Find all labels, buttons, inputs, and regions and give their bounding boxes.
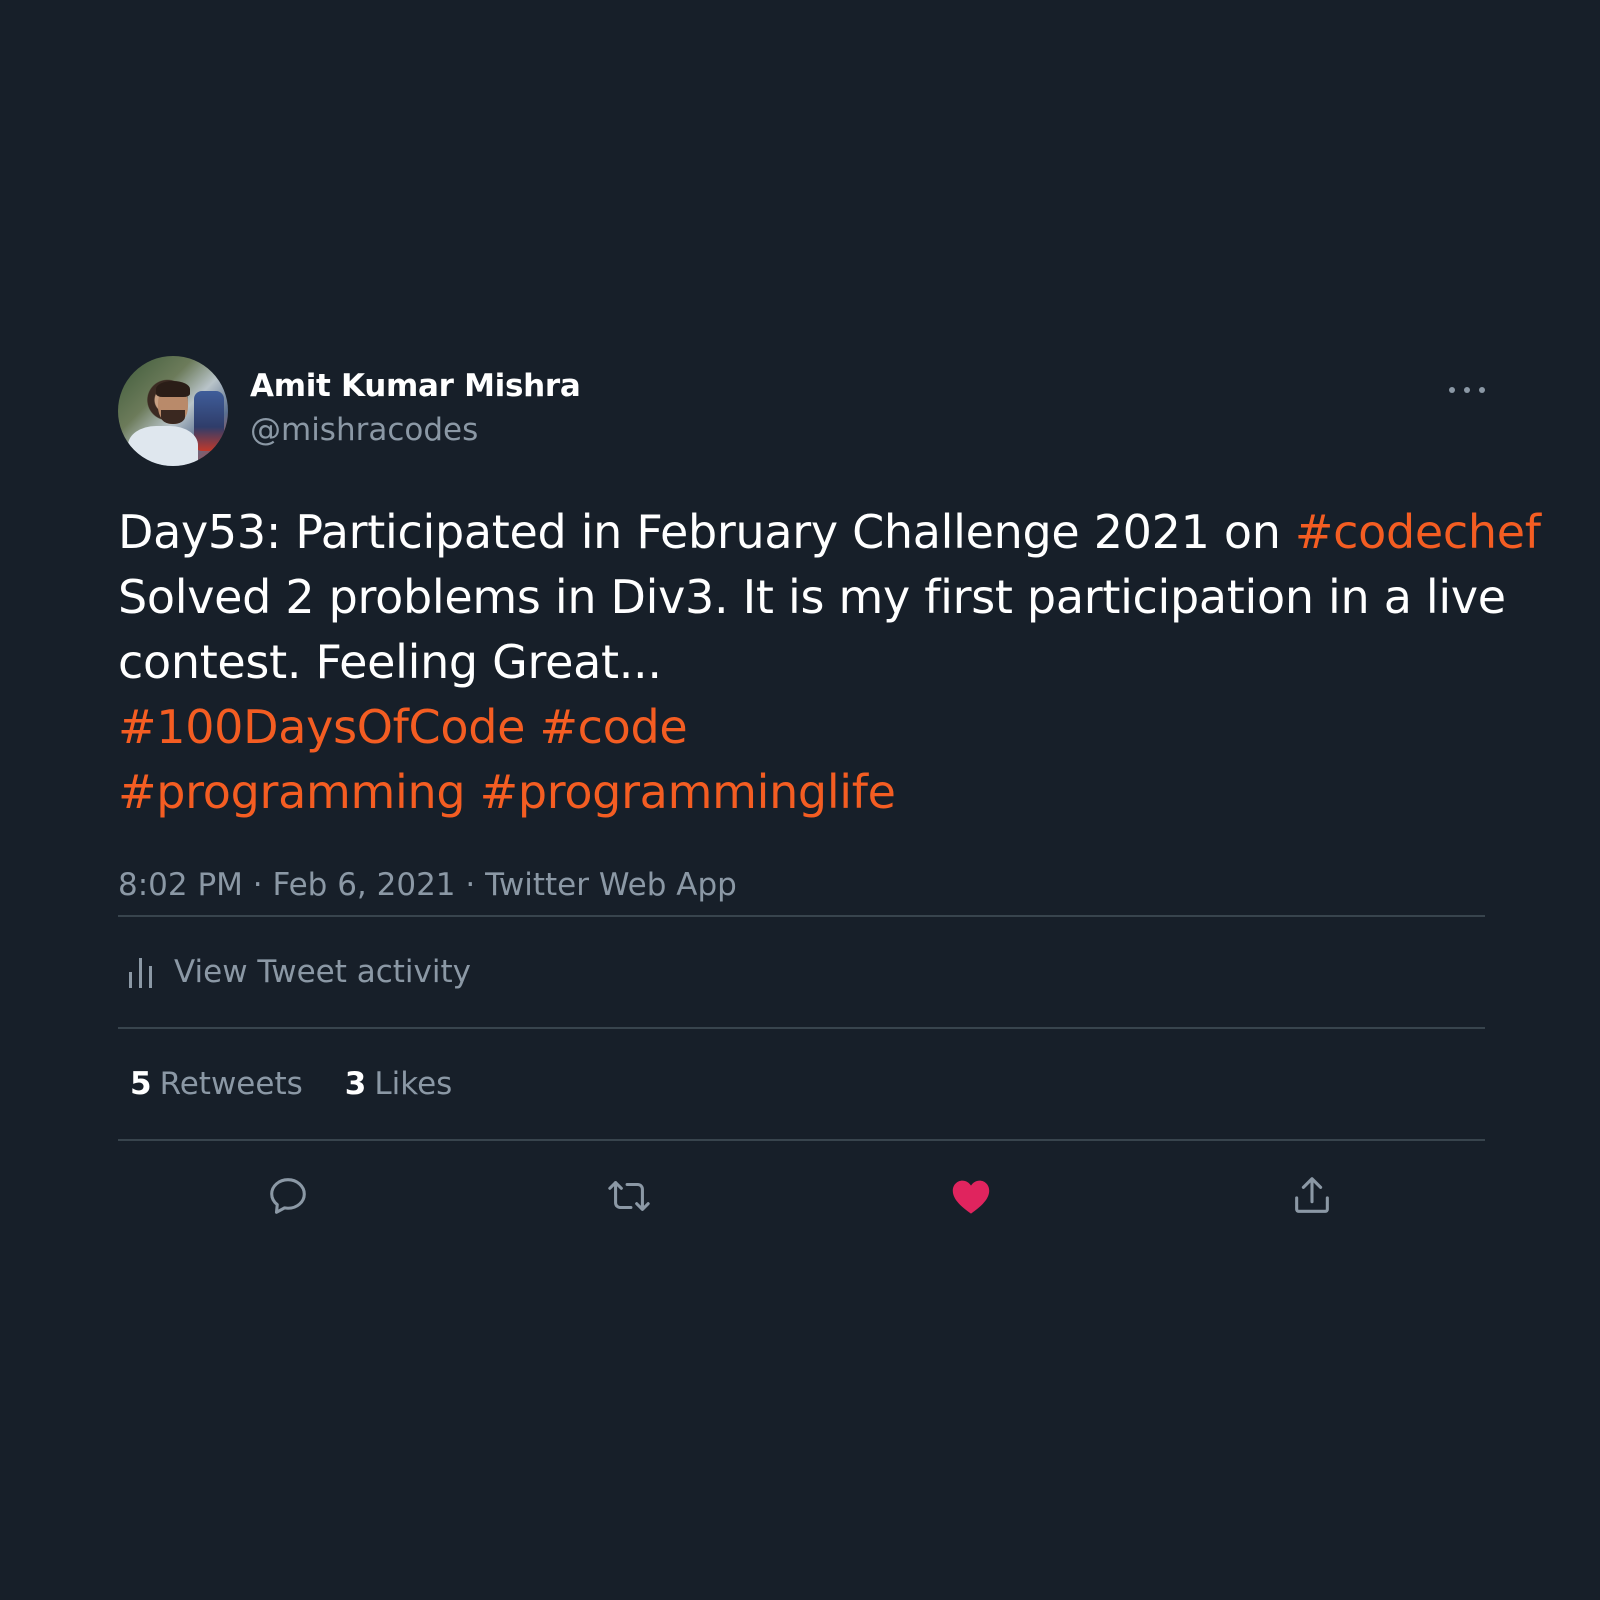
retweet-button[interactable]	[604, 1171, 654, 1221]
view-activity-button[interactable]: View Tweet activity	[118, 917, 1485, 1027]
likes-stat[interactable]: 3 Likes	[345, 1066, 453, 1102]
dot	[1479, 387, 1485, 393]
hashtag-link[interactable]: #programming	[118, 765, 466, 819]
avatar-shirt	[128, 426, 198, 466]
tweet-stats: 5 Retweets 3 Likes	[118, 1029, 1485, 1139]
action-bar	[118, 1141, 1485, 1251]
reply-button[interactable]	[263, 1171, 313, 1221]
tweet-text-segment	[465, 765, 479, 819]
tweet-text-line: Solved 2 problems in Div3. It is my firs…	[118, 565, 1506, 630]
retweet-icon	[608, 1181, 650, 1211]
retweets-label: Retweets	[159, 1066, 303, 1102]
tweet-text-segment	[525, 700, 539, 754]
bar-chart-icon	[129, 958, 152, 988]
tweet-text-line: #100DaysOfCode #code	[118, 695, 1485, 760]
hashtag-link[interactable]: #code	[539, 700, 687, 754]
avatar[interactable]	[118, 356, 228, 466]
share-icon	[1295, 1177, 1329, 1213]
like-button[interactable]	[946, 1171, 996, 1221]
hashtag-link[interactable]: #100DaysOfCode	[118, 700, 525, 754]
dot	[1449, 387, 1455, 393]
tweet-text-line: contest. Feeling Great...	[118, 630, 1485, 695]
retweets-stat[interactable]: 5 Retweets	[130, 1066, 303, 1102]
tweet-text-line: Day53: Participated in February Challeng…	[118, 500, 1541, 565]
view-activity-label: View Tweet activity	[174, 954, 471, 990]
tweet-text-segment: contest. Feeling Great...	[118, 635, 662, 689]
share-button[interactable]	[1287, 1171, 1337, 1221]
tweet-header: Amit Kumar Mishra @mishracodes	[118, 356, 1485, 466]
dot	[1464, 387, 1470, 393]
tweet-text-segment: Solved 2 problems in Div3. It is my firs…	[118, 570, 1506, 624]
hashtag-link[interactable]: #programminglife	[480, 765, 896, 819]
author-handle[interactable]: @mishracodes	[250, 412, 478, 448]
hashtag-link[interactable]: #codechef	[1295, 505, 1541, 559]
tweet-text-segment: Day53: Participated in February Challeng…	[118, 505, 1295, 559]
likes-label: Likes	[374, 1066, 453, 1102]
ellipsis-icon[interactable]	[1449, 380, 1485, 400]
author-name[interactable]: Amit Kumar Mishra	[250, 368, 581, 404]
tweet-text-line: #programming #programminglife	[118, 760, 1485, 825]
tweet-text: Day53: Participated in February Challeng…	[118, 500, 1541, 825]
avatar-background	[194, 391, 224, 451]
retweets-count: 5	[130, 1066, 152, 1102]
reply-icon	[270, 1178, 306, 1214]
like-icon	[952, 1180, 990, 1214]
tweet-timestamp[interactable]: 8:02 PM · Feb 6, 2021 · Twitter Web App	[118, 855, 1485, 915]
avatar-hair	[156, 381, 190, 397]
likes-count: 3	[344, 1066, 367, 1102]
avatar-beard	[161, 410, 185, 424]
tweet-card: Amit Kumar Mishra @mishracodes Day53: Pa…	[118, 356, 1541, 1251]
